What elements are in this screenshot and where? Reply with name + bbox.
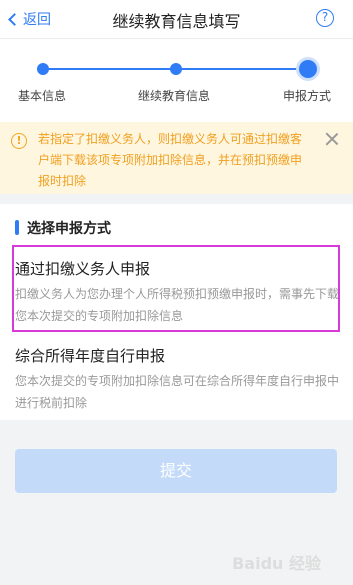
step-label-method: 申报方式 bbox=[283, 89, 332, 103]
section-title: 选择申报方式 bbox=[15, 218, 111, 238]
progress-steps: 基本信息 继续教育信息 申报方式 bbox=[0, 38, 353, 122]
nav-bar: 返回 继续教育信息填写 ? bbox=[0, 0, 353, 38]
step-dot-method bbox=[299, 60, 317, 78]
close-icon[interactable] bbox=[325, 132, 339, 146]
step-dot-basic bbox=[37, 63, 49, 75]
step-label-education: 继续教育信息 bbox=[138, 89, 211, 103]
option-desc: 您本次提交的专项附加扣除信息可在综合所得年度自行申报中进行税前扣除 bbox=[15, 374, 340, 410]
step-label-basic: 基本信息 bbox=[18, 89, 67, 103]
step-dot-education bbox=[170, 63, 182, 75]
option-self-filing[interactable]: 综合所得年度自行申报 您本次提交的专项附加扣除信息可在综合所得年度自行申报中进行… bbox=[15, 345, 340, 414]
warning-icon: ! bbox=[11, 133, 27, 149]
notice-banner: ! 若指定了扣缴义务人，则扣缴义务人可通过扣缴客户端下载该项专项附加扣除信息，并… bbox=[0, 122, 353, 194]
option-title: 综合所得年度自行申报 bbox=[15, 347, 166, 365]
help-icon[interactable]: ? bbox=[316, 9, 334, 27]
page-title: 继续教育信息填写 bbox=[112, 12, 241, 31]
notice-text: 若指定了扣缴义务人，则扣缴义务人可通过扣缴客户端下载该项专项附加扣除信息，并在预… bbox=[38, 132, 303, 188]
submit-button[interactable]: 提交 bbox=[15, 449, 337, 493]
highlight-box bbox=[12, 245, 340, 332]
baidu-watermark: Baidu 经验 bbox=[232, 554, 321, 573]
